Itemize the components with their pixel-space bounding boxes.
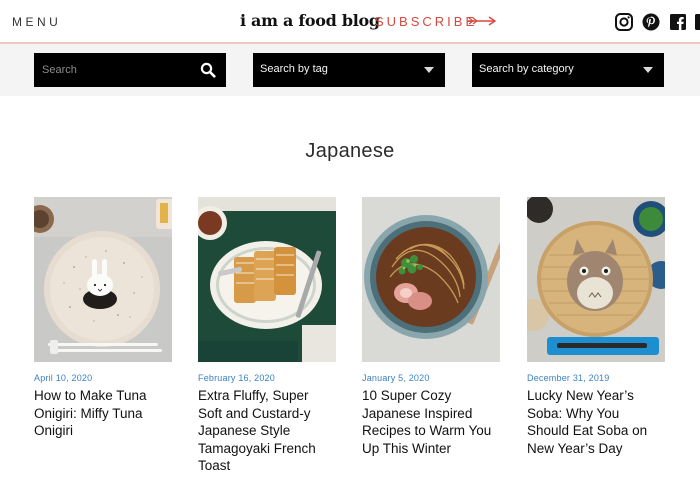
post-date: April 10, 2020: [34, 373, 93, 383]
post-card[interactable]: January 5, 2020 10 Super Cozy Japanese I…: [362, 197, 500, 457]
search-box[interactable]: [34, 53, 226, 87]
post-thumbnail[interactable]: [527, 197, 665, 362]
facebook-icon[interactable]: [668, 12, 688, 32]
tag-select-label: Search by tag: [260, 63, 328, 75]
menu-button[interactable]: MENU: [12, 15, 61, 29]
filter-bar: Search by tag Search by category: [0, 44, 700, 96]
post-date: December 31, 2019: [527, 373, 610, 383]
post-card[interactable]: December 31, 2019 Lucky New Year’s Soba:…: [527, 197, 665, 457]
site-logo[interactable]: i am a food blog: [240, 11, 380, 30]
tag-select[interactable]: Search by tag: [253, 53, 445, 87]
post-card[interactable]: February 16, 2020 Extra Fluffy, Super So…: [198, 197, 336, 475]
category-select[interactable]: Search by category: [472, 53, 664, 87]
post-thumbnail[interactable]: [362, 197, 500, 362]
instagram-icon[interactable]: [614, 12, 634, 32]
arrow-icon[interactable]: [467, 14, 497, 28]
post-date: January 5, 2020: [362, 373, 430, 383]
partial-icon: [695, 14, 700, 30]
post-card[interactable]: April 10, 2020 How to Make Tuna Onigiri:…: [34, 197, 172, 440]
post-title[interactable]: Extra Fluffy, Super Soft and Custard-y J…: [198, 387, 336, 475]
chevron-down-icon: [424, 67, 434, 73]
site-header: MENU i am a food blog SUBSCRIBE: [0, 0, 700, 44]
post-title[interactable]: Lucky New Year’s Soba: Why You Should Ea…: [527, 387, 665, 457]
post-title[interactable]: How to Make Tuna Onigiri: Miffy Tuna Oni…: [34, 387, 172, 440]
search-icon[interactable]: [200, 62, 216, 78]
post-thumbnail[interactable]: [34, 197, 172, 362]
chevron-down-icon: [643, 67, 653, 73]
post-date: February 16, 2020: [198, 373, 275, 383]
pinterest-icon[interactable]: [641, 12, 661, 32]
page-title: Japanese: [305, 140, 395, 162]
category-select-label: Search by category: [479, 63, 574, 75]
post-title[interactable]: 10 Super Cozy Japanese Inspired Recipes …: [362, 387, 500, 457]
post-thumbnail[interactable]: [198, 197, 336, 362]
subscribe-link[interactable]: SUBSCRIBE: [375, 14, 477, 29]
search-input[interactable]: [42, 61, 192, 79]
